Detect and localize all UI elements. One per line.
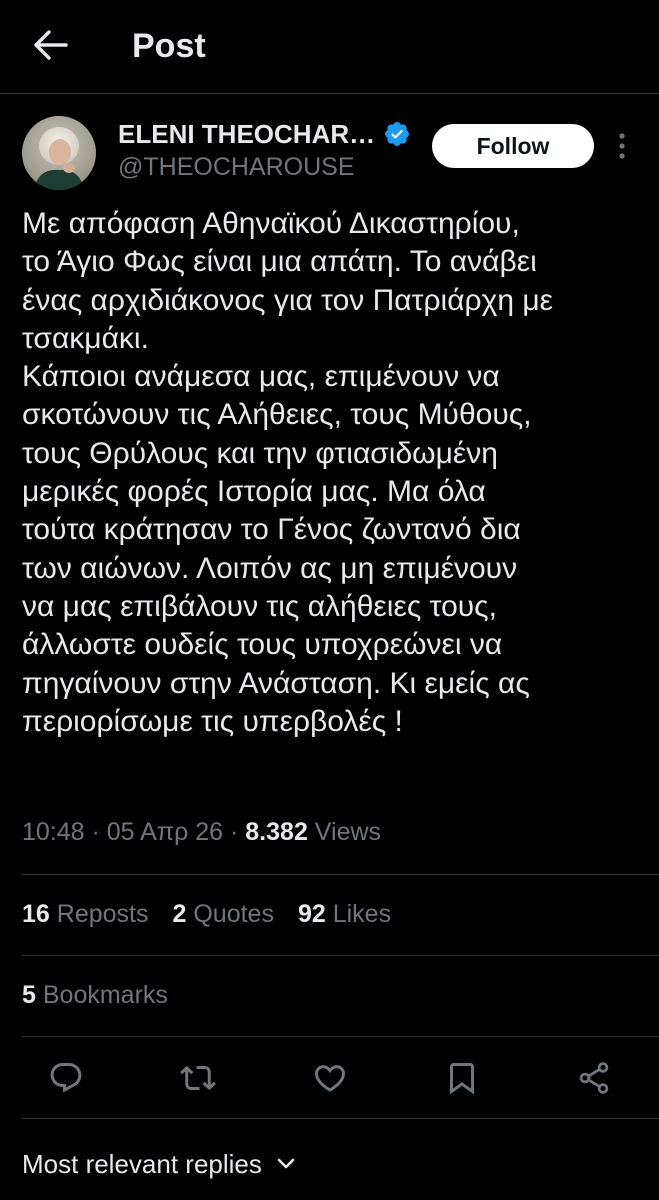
replies-sort-dropdown[interactable]: Most relevant replies xyxy=(22,1146,296,1182)
repost-icon xyxy=(180,1065,216,1091)
post-text-line: Κάποιοι ανάμεσα μας, επιμένουν να xyxy=(22,360,500,394)
post-text-line: σκοτώνουν τις Αλήθειες, τους Μύθους, xyxy=(22,398,532,432)
replies-sort-label: Most relevant replies xyxy=(22,1149,262,1179)
author-handle[interactable]: @THEOCHAROUSE xyxy=(118,152,355,182)
post-text-line: να μας επιβάλουν τις αλήθειες τους, xyxy=(22,589,497,623)
avatar-image xyxy=(22,116,96,190)
chevron-down-icon xyxy=(276,1157,296,1171)
post-date: 05 Απρ 26 xyxy=(106,818,224,846)
post-text-line: άλλωστε ουδείς τους υποχρεώνει να xyxy=(22,628,503,662)
views-count[interactable]: 8.382 xyxy=(245,818,308,846)
more-options-button[interactable] xyxy=(612,130,632,162)
bookmark-icon xyxy=(450,1063,474,1095)
reply-button[interactable] xyxy=(46,1055,86,1101)
engagement-stats: 16 Reposts 2 Quotes 92 Likes xyxy=(22,896,415,932)
action-bar xyxy=(0,1055,659,1101)
post-text-line: μερικές φορές Ιστορία μας. Μα όλα xyxy=(22,475,486,509)
post-text-line: τους Θρύλους και την φτιασιδωμένη xyxy=(22,436,498,470)
reposts-label: Reposts xyxy=(56,900,149,928)
like-button[interactable] xyxy=(310,1055,350,1101)
share-button[interactable] xyxy=(574,1055,614,1101)
likes-stat[interactable]: 92 Likes xyxy=(298,896,391,932)
bookmarks-stat[interactable]: 5 Bookmarks xyxy=(22,977,168,1013)
meta-separator: · xyxy=(84,818,107,846)
post-time: 10:48 xyxy=(22,818,85,846)
reply-icon xyxy=(50,1063,82,1093)
share-icon xyxy=(579,1062,609,1094)
post-meta: 10:48 · 05 Απρ 26 · 8.382 Views xyxy=(22,814,381,850)
quotes-count: 2 xyxy=(172,900,187,928)
bookmarks-label: Bookmarks xyxy=(42,981,168,1009)
post-text-line: τούτα κράτησαν το Γένος ζωντανό δια xyxy=(22,513,521,547)
post-text-line: περιορίσωμε τις υπερβολές ! xyxy=(22,704,403,738)
author-name[interactable]: ELENI THEOCHAR… xyxy=(118,119,375,149)
more-vertical-icon xyxy=(619,133,625,159)
avatar[interactable] xyxy=(22,116,96,190)
meta-separator: · xyxy=(223,818,246,846)
repost-button[interactable] xyxy=(178,1055,218,1101)
post-text-line: Με απόφαση Αθηναϊκού Δικαστηρίου, xyxy=(22,207,520,240)
bookmark-button[interactable] xyxy=(442,1055,482,1101)
views-label: Views xyxy=(314,818,382,846)
reposts-count: 16 xyxy=(22,900,50,928)
quotes-label: Quotes xyxy=(193,900,274,928)
page-title: Post xyxy=(132,27,206,65)
arrow-left-icon xyxy=(34,30,68,60)
top-bar: Post xyxy=(0,0,659,92)
divider xyxy=(22,874,659,875)
back-button[interactable] xyxy=(30,26,72,64)
reposts-stat[interactable]: 16 Reposts xyxy=(22,896,148,932)
header-divider xyxy=(0,93,659,94)
post-text-line: πηγαίνουν στην Ανάσταση. Κι εμείς ας xyxy=(22,666,530,700)
divider xyxy=(22,1036,659,1037)
heart-icon xyxy=(314,1065,346,1092)
post-text-line: ένας αρχιδιάκονος για τον Πατριάρχη με xyxy=(22,283,554,317)
likes-label: Likes xyxy=(332,900,392,928)
quotes-stat[interactable]: 2 Quotes xyxy=(172,896,273,932)
post-text: Με απόφαση Αθηναϊκού Δικαστηρίου, το Άγι… xyxy=(22,205,642,741)
post-text-line: τσακμάκι. xyxy=(22,321,149,355)
verified-badge-icon xyxy=(385,122,409,146)
bookmarks-count: 5 xyxy=(22,981,36,1009)
post-text-line: των αιώνων. Λοιπόν ας μη επιμένουν xyxy=(22,551,518,585)
likes-count: 92 xyxy=(297,900,326,928)
divider xyxy=(22,955,659,956)
post-text-line: το Άγιο Φως είναι μια απάτη. Το ανάβει xyxy=(22,245,537,279)
divider xyxy=(22,1118,659,1119)
follow-button[interactable]: Follow xyxy=(432,124,594,168)
